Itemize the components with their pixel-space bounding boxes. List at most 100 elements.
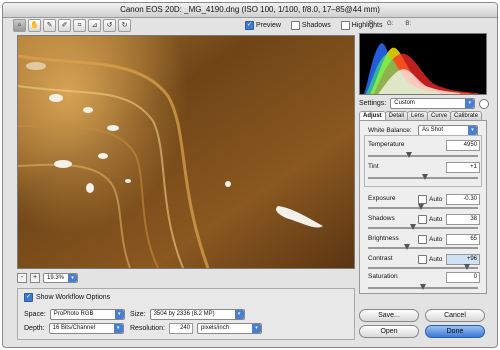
settings-menu-icon[interactable] [479,98,490,109]
zoom-value: 19.3% [47,275,65,281]
chevron-down-icon: ▾ [468,126,477,135]
saturation-slider[interactable] [368,284,478,290]
white-balance-value: As Shot [422,127,444,133]
tab-curve[interactable]: Curve [427,111,452,120]
open-button[interactable]: Open [359,325,419,338]
show-workflow-option[interactable]: ✓ Show Workflow Options [24,293,110,302]
space-value: ProPhoto RGB [53,311,94,317]
straighten-tool-icon[interactable]: ⊿ [88,19,101,32]
brightness-auto-checkbox[interactable] [418,235,427,244]
depth-select[interactable]: 16 Bits/Channel ▾ [48,323,124,334]
chevron-down-icon: ▾ [68,274,77,282]
brightness-auto-label: Auto [429,236,443,243]
save-button[interactable]: Save... [359,309,419,322]
settings-select[interactable]: Custom ▾ [390,98,476,109]
contrast-auto[interactable]: Auto [418,255,442,264]
contrast-auto-checkbox[interactable] [418,255,427,264]
shadows-option[interactable]: Shadows [290,21,331,30]
shadows-auto-checkbox[interactable] [418,215,427,224]
show-workflow-checkbox[interactable]: ✓ [24,293,33,302]
contrast-auto-label: Auto [429,256,443,263]
image-preview[interactable] [17,35,355,269]
tint-thumb[interactable] [422,174,428,180]
cancel-button[interactable]: Cancel [425,309,485,322]
shadows-auto-label: Auto [429,216,443,223]
temperature-label: Temperature [368,141,405,148]
brightness-slider[interactable] [368,244,478,250]
tab-detail[interactable]: Detail [384,111,409,120]
size-row: Size: 3504 by 2336 (8.2 MP) ▾ [130,309,245,320]
exposure-field[interactable]: -0.30 [446,194,480,205]
preview-checkbox[interactable]: ✓ [245,21,254,30]
brightness-thumb[interactable] [404,244,410,250]
resolution-field[interactable]: 240 [169,323,194,334]
chevron-down-icon: ▾ [465,99,475,108]
histogram [359,33,487,95]
saturation-label: Saturation [368,273,398,280]
rotate-left-icon[interactable]: ↺ [103,19,116,32]
highlights-checkbox[interactable] [340,21,350,30]
chevron-down-icon: ▾ [114,310,124,319]
hand-tool-icon[interactable]: ✋ [28,19,41,32]
done-button[interactable]: Done [425,325,485,338]
toolbar: ⌕ ✋ ✎ ✐ ⌗ ⊿ ↺ ↻ [13,19,131,33]
adjust-panel: White Balance: As Shot ▾ Temperature 495… [359,120,487,294]
shadows-auto[interactable]: Auto [418,215,442,224]
show-workflow-label: Show Workflow Options [36,294,111,301]
temperature-field[interactable]: 4950 [446,140,480,151]
chevron-down-icon: ▾ [113,324,123,333]
temperature-thumb[interactable] [406,152,412,158]
shadows-adjust-label: Shadows [368,215,395,222]
g-readout: G: [387,21,394,27]
chevron-down-icon: ▾ [234,310,244,319]
resolution-unit-select[interactable]: pixels/inch ▾ [197,323,263,334]
brightness-field[interactable]: 65 [446,234,480,245]
resolution-label: Resolution: [130,325,166,332]
space-select[interactable]: ProPhoto RGB ▾ [49,309,125,320]
contrast-thumb[interactable] [464,264,470,270]
tint-field[interactable]: +1 [446,162,480,173]
zoom-out-button[interactable]: - [17,273,27,283]
tab-calibrate[interactable]: Calibrate [450,111,483,120]
depth-label: Depth: [24,325,45,332]
white-balance-tool-icon[interactable]: ✎ [43,19,56,32]
space-row: Space: ProPhoto RGB ▾ [24,309,125,320]
crop-tool-icon[interactable]: ⌗ [73,19,86,32]
beach-photo [18,36,354,268]
saturation-field[interactable]: 0 [446,272,480,283]
exposure-thumb[interactable] [418,204,424,210]
histogram-graph [364,43,478,94]
brightness-auto[interactable]: Auto [418,235,442,244]
exposure-auto[interactable]: Auto [418,195,442,204]
preview-option[interactable]: ✓ Preview [245,21,281,30]
settings-label: Settings: [359,100,387,107]
shadows-slider[interactable] [368,224,478,230]
contrast-label: Contrast [368,255,393,262]
tint-slider[interactable] [368,174,478,180]
shadows-field[interactable]: 38 [446,214,480,225]
workflow-options: ✓ Show Workflow Options Space: ProPhoto … [17,288,355,340]
saturation-thumb[interactable] [420,284,426,290]
shadows-thumb[interactable] [410,224,416,230]
tab-adjust[interactable]: Adjust [359,111,386,120]
contrast-slider[interactable] [368,264,478,270]
zoom-in-button[interactable]: + [30,273,40,283]
shadows-checkbox[interactable] [290,21,300,30]
contrast-field[interactable]: +96 [446,254,480,265]
white-balance-label: White Balance: [368,127,412,134]
exposure-slider[interactable] [368,204,478,210]
temperature-slider[interactable] [368,152,478,158]
exposure-auto-checkbox[interactable] [418,195,427,204]
zoom-tool-icon[interactable]: ⌕ [13,19,26,32]
preview-label: Preview [256,22,281,29]
tint-label: Tint [368,163,379,170]
b-readout: B: [405,21,412,27]
space-label: Space: [24,311,46,318]
rotate-right-icon[interactable]: ↻ [118,19,131,32]
size-select[interactable]: 3504 by 2336 (8.2 MP) ▾ [149,309,245,320]
tab-lens[interactable]: Lens [407,111,429,120]
rgb-readout: R: G: B: [369,21,411,27]
zoom-select[interactable]: 19.3% ▾ [43,273,78,283]
view-options: ✓ Preview Shadows Highlights [245,21,382,30]
color-sampler-icon[interactable]: ✐ [58,19,71,32]
